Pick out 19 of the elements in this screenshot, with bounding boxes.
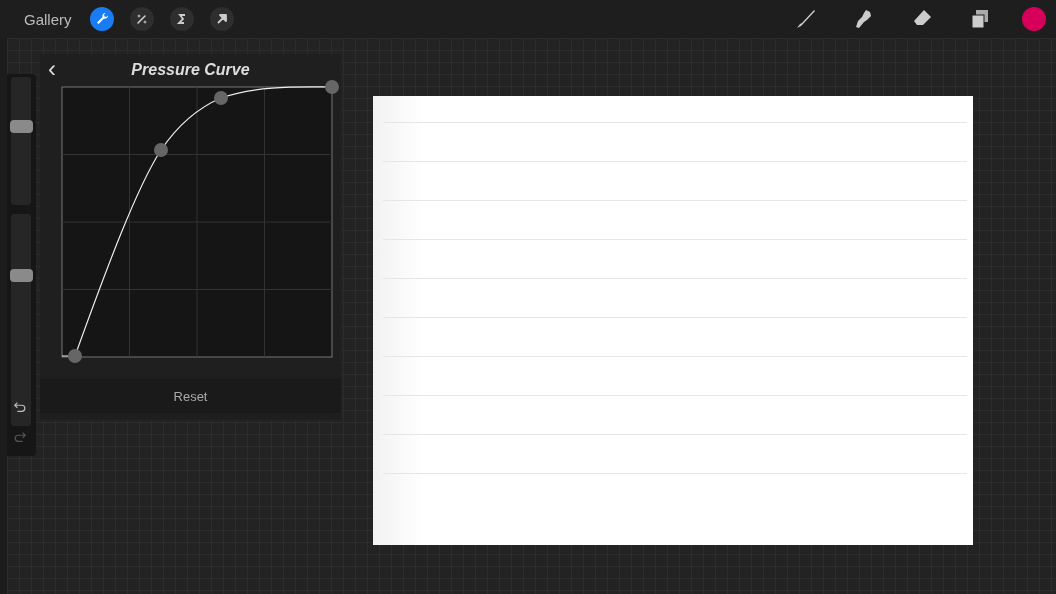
redo-icon[interactable]: [13, 430, 27, 444]
color-swatch[interactable]: [1022, 7, 1046, 31]
reset-button[interactable]: Reset: [40, 379, 341, 413]
brush-icon[interactable]: [794, 7, 818, 31]
curve-point-handle[interactable]: [68, 349, 82, 363]
curve-point-handle[interactable]: [325, 80, 339, 94]
gallery-link[interactable]: Gallery: [24, 10, 72, 28]
curve-point-handle[interactable]: [214, 91, 228, 105]
magic-wand-icon[interactable]: [129, 7, 154, 31]
back-button[interactable]: ‹: [48, 54, 56, 84]
slider-thumb[interactable]: [10, 269, 33, 283]
selection-icon[interactable]: [169, 7, 194, 31]
panel-title: Pressure Curve: [131, 61, 250, 79]
slider-track[interactable]: [11, 214, 31, 426]
slider-thumb[interactable]: [10, 119, 33, 133]
wrench-icon[interactable]: [89, 7, 114, 31]
slider-track[interactable]: [11, 77, 31, 205]
undo-icon[interactable]: [13, 400, 27, 414]
curve-point-handle[interactable]: [154, 143, 168, 157]
